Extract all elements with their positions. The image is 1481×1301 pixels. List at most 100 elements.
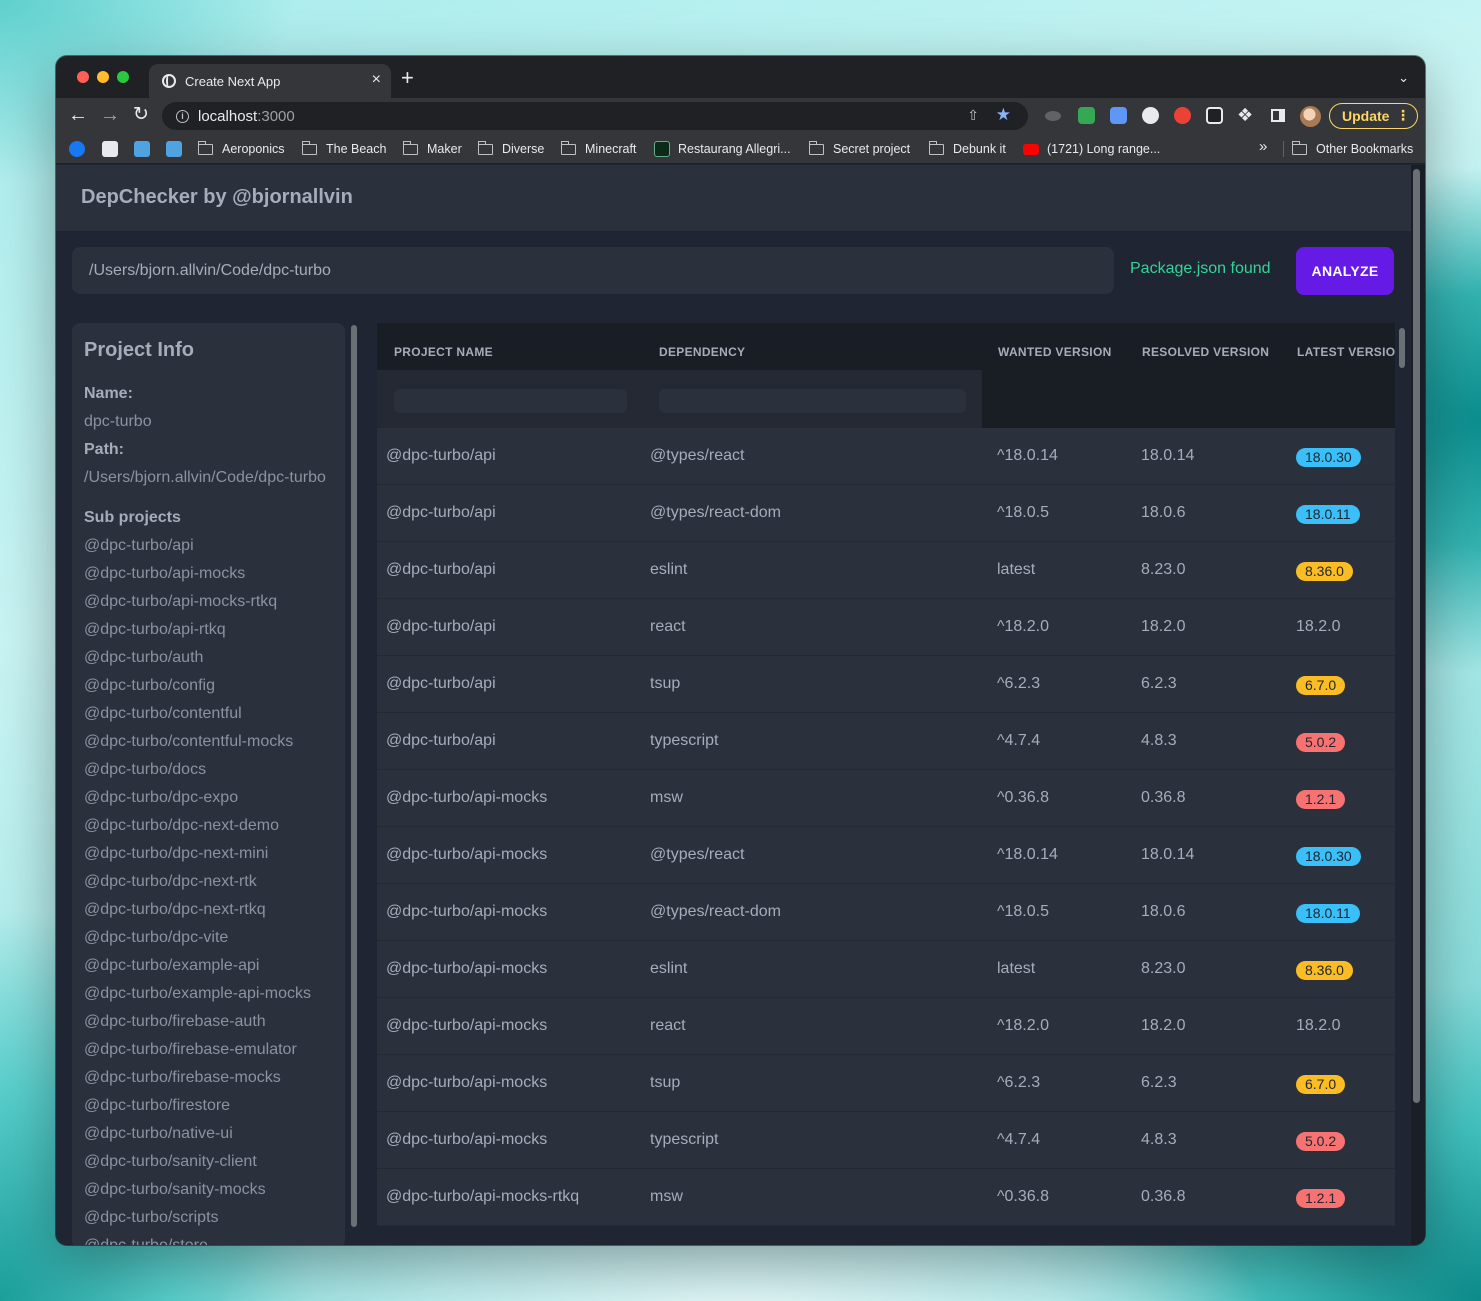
subproject-item[interactable]: @dpc-turbo/store (84, 1232, 333, 1245)
info-icon[interactable]: i (176, 109, 189, 123)
extension-mask-icon[interactable] (1045, 111, 1061, 121)
cell-latest-version: 18.2.0 (1296, 1017, 1341, 1034)
forward-button[interactable]: → (100, 105, 120, 125)
subproject-item[interactable]: @dpc-turbo/auth (84, 644, 333, 672)
subproject-item[interactable]: @dpc-turbo/dpc-next-mini (84, 840, 333, 868)
subproject-item[interactable]: @dpc-turbo/example-api-mocks (84, 980, 333, 1008)
column-header-resolved-version[interactable]: RESOLVED VERSION (1142, 345, 1269, 359)
subproject-item[interactable]: @dpc-turbo/firestore (84, 1092, 333, 1120)
subproject-item[interactable]: @dpc-turbo/contentful-mocks (84, 728, 333, 756)
subproject-item[interactable]: @dpc-turbo/dpc-next-demo (84, 812, 333, 840)
dependency-filter-input[interactable] (659, 389, 966, 413)
subproject-item[interactable]: @dpc-turbo/docs (84, 756, 333, 784)
share-icon[interactable]: ⇧ (967, 107, 979, 124)
subproject-item[interactable]: @dpc-turbo/api-mocks-rtkq (84, 588, 333, 616)
subproject-item[interactable]: @dpc-turbo/sanity-client (84, 1148, 333, 1176)
update-button[interactable]: Update ⋮ (1329, 103, 1418, 129)
analyze-button[interactable]: ANALYZE (1296, 247, 1394, 295)
extension-blue-icon[interactable] (1110, 107, 1127, 124)
bookmark-icon-2[interactable] (102, 140, 126, 158)
subproject-item[interactable]: @dpc-turbo/contentful (84, 700, 333, 728)
bookmark-secret-project[interactable]: Secret project (808, 140, 910, 158)
subproject-item[interactable]: @dpc-turbo/firebase-emulator (84, 1036, 333, 1064)
bookmark-minecraft[interactable]: Minecraft (560, 140, 636, 158)
bookmark-star-icon[interactable]: ★ (996, 105, 1011, 125)
sidebar-scrollbar[interactable] (351, 325, 357, 1227)
facebook-bookmark[interactable] (69, 140, 93, 158)
latest-version-badge: 18.0.30 (1296, 847, 1361, 866)
bookmark-aeroponics[interactable]: Aeroponics (197, 140, 285, 158)
close-window-button[interactable] (77, 71, 89, 83)
minimize-window-button[interactable] (97, 71, 109, 83)
latest-version-badge: 8.36.0 (1296, 562, 1353, 581)
bookmark-debunk-it[interactable]: Debunk it (928, 140, 1006, 158)
subproject-item[interactable]: @dpc-turbo/config (84, 672, 333, 700)
new-tab-button[interactable]: + (401, 67, 414, 89)
bookmark-label: Restaurang Allegri... (678, 142, 791, 156)
table-scrollbar[interactable] (1399, 328, 1405, 368)
table-row: @dpc-turbo/api-mocks react ^18.2.0 18.2.0 18… (377, 998, 1395, 1055)
bookmarks-overflow-button[interactable]: » (1259, 138, 1267, 155)
subproject-item[interactable]: @dpc-turbo/api-rtkq (84, 616, 333, 644)
table-row: @dpc-turbo/api react ^18.2.0 18.2.0 18.2.0 (377, 599, 1395, 656)
subproject-item[interactable]: @dpc-turbo/dpc-expo (84, 784, 333, 812)
subproject-item[interactable]: @dpc-turbo/dpc-next-rtkq (84, 896, 333, 924)
cell-dependency: react (650, 618, 686, 635)
cell-dependency: msw (650, 789, 683, 806)
path-input[interactable]: /Users/bjorn.allvin/Code/dpc-turbo (72, 247, 1114, 294)
extension-lighthouse-icon[interactable] (1142, 107, 1159, 124)
bookmark-restaurang[interactable]: Restaurang Allegri... (654, 140, 791, 158)
column-header-project-name[interactable]: PROJECT NAME (394, 345, 493, 359)
tab-close-icon[interactable]: × (372, 71, 381, 89)
cell-resolved-version: 8.23.0 (1141, 561, 1186, 578)
table-row: @dpc-turbo/api eslint latest 8.23.0 8.36.0 (377, 542, 1395, 599)
reload-button[interactable]: ↻ (133, 105, 149, 125)
subproject-item[interactable]: @dpc-turbo/api (84, 532, 333, 560)
extension-red-icon[interactable] (1174, 107, 1191, 124)
side-panel-icon[interactable] (1271, 109, 1285, 122)
bookmark-icon-4[interactable] (166, 140, 190, 158)
subproject-item[interactable]: @dpc-turbo/dpc-vite (84, 924, 333, 952)
subproject-item[interactable]: @dpc-turbo/example-api (84, 952, 333, 980)
folder-icon (477, 140, 493, 155)
chevron-down-icon[interactable]: ⌄ (1398, 70, 1409, 86)
calendar-icon (102, 141, 118, 157)
maximize-window-button[interactable] (117, 71, 129, 83)
bookmark-icon-3[interactable] (134, 140, 158, 158)
other-bookmarks[interactable]: Other Bookmarks (1291, 140, 1413, 158)
column-header-latest-version[interactable]: LATEST VERSION (1297, 345, 1395, 359)
bookmark-youtube[interactable]: (1721) Long range... (1023, 140, 1160, 158)
cell-wanted-version: latest (997, 960, 1036, 977)
column-header-dependency[interactable]: DEPENDENCY (659, 345, 745, 359)
subproject-item[interactable]: @dpc-turbo/api-mocks (84, 560, 333, 588)
app-header: DepChecker by @bjornallvin (56, 165, 1411, 231)
page-scrollbar[interactable] (1413, 169, 1420, 1103)
latest-version-badge: 5.0.2 (1296, 733, 1346, 752)
bookmark-the-beach[interactable]: The Beach (301, 140, 386, 158)
cell-project-name: @dpc-turbo/api (386, 504, 496, 521)
subproject-item[interactable]: @dpc-turbo/firebase-mocks (84, 1064, 333, 1092)
extension-green-icon[interactable] (1078, 107, 1095, 124)
tab-title: Create Next App (185, 73, 281, 89)
cell-dependency: typescript (650, 1131, 719, 1148)
cell-resolved-version: 18.2.0 (1141, 1017, 1186, 1034)
subproject-item[interactable]: @dpc-turbo/scripts (84, 1204, 333, 1232)
subproject-item[interactable]: @dpc-turbo/native-ui (84, 1120, 333, 1148)
extensions-puzzle-icon[interactable]: ❖ (1237, 105, 1253, 126)
table-row: @dpc-turbo/api-mocks @types/react ^18.0.14… (377, 827, 1395, 884)
tab-active[interactable]: Create Next App × (149, 64, 391, 98)
profile-avatar[interactable] (1300, 106, 1321, 127)
subproject-item[interactable]: @dpc-turbo/sanity-mocks (84, 1176, 333, 1204)
bookmarks-divider (1283, 141, 1284, 157)
project-name-filter-input[interactable] (394, 389, 627, 413)
cell-project-name: @dpc-turbo/api-mocks-rtkq (386, 1188, 580, 1205)
address-bar[interactable]: i localhost:3000 ⇧ ★ (162, 102, 1028, 130)
back-button[interactable]: ← (68, 105, 88, 125)
bookmark-diverse[interactable]: Diverse (477, 140, 544, 158)
latest-version-badge: 18.0.11 (1296, 904, 1360, 923)
extension-notion-icon[interactable] (1206, 107, 1223, 124)
subproject-item[interactable]: @dpc-turbo/dpc-next-rtk (84, 868, 333, 896)
subproject-item[interactable]: @dpc-turbo/firebase-auth (84, 1008, 333, 1036)
bookmark-maker[interactable]: Maker (402, 140, 462, 158)
column-header-wanted-version[interactable]: WANTED VERSION (998, 345, 1112, 359)
